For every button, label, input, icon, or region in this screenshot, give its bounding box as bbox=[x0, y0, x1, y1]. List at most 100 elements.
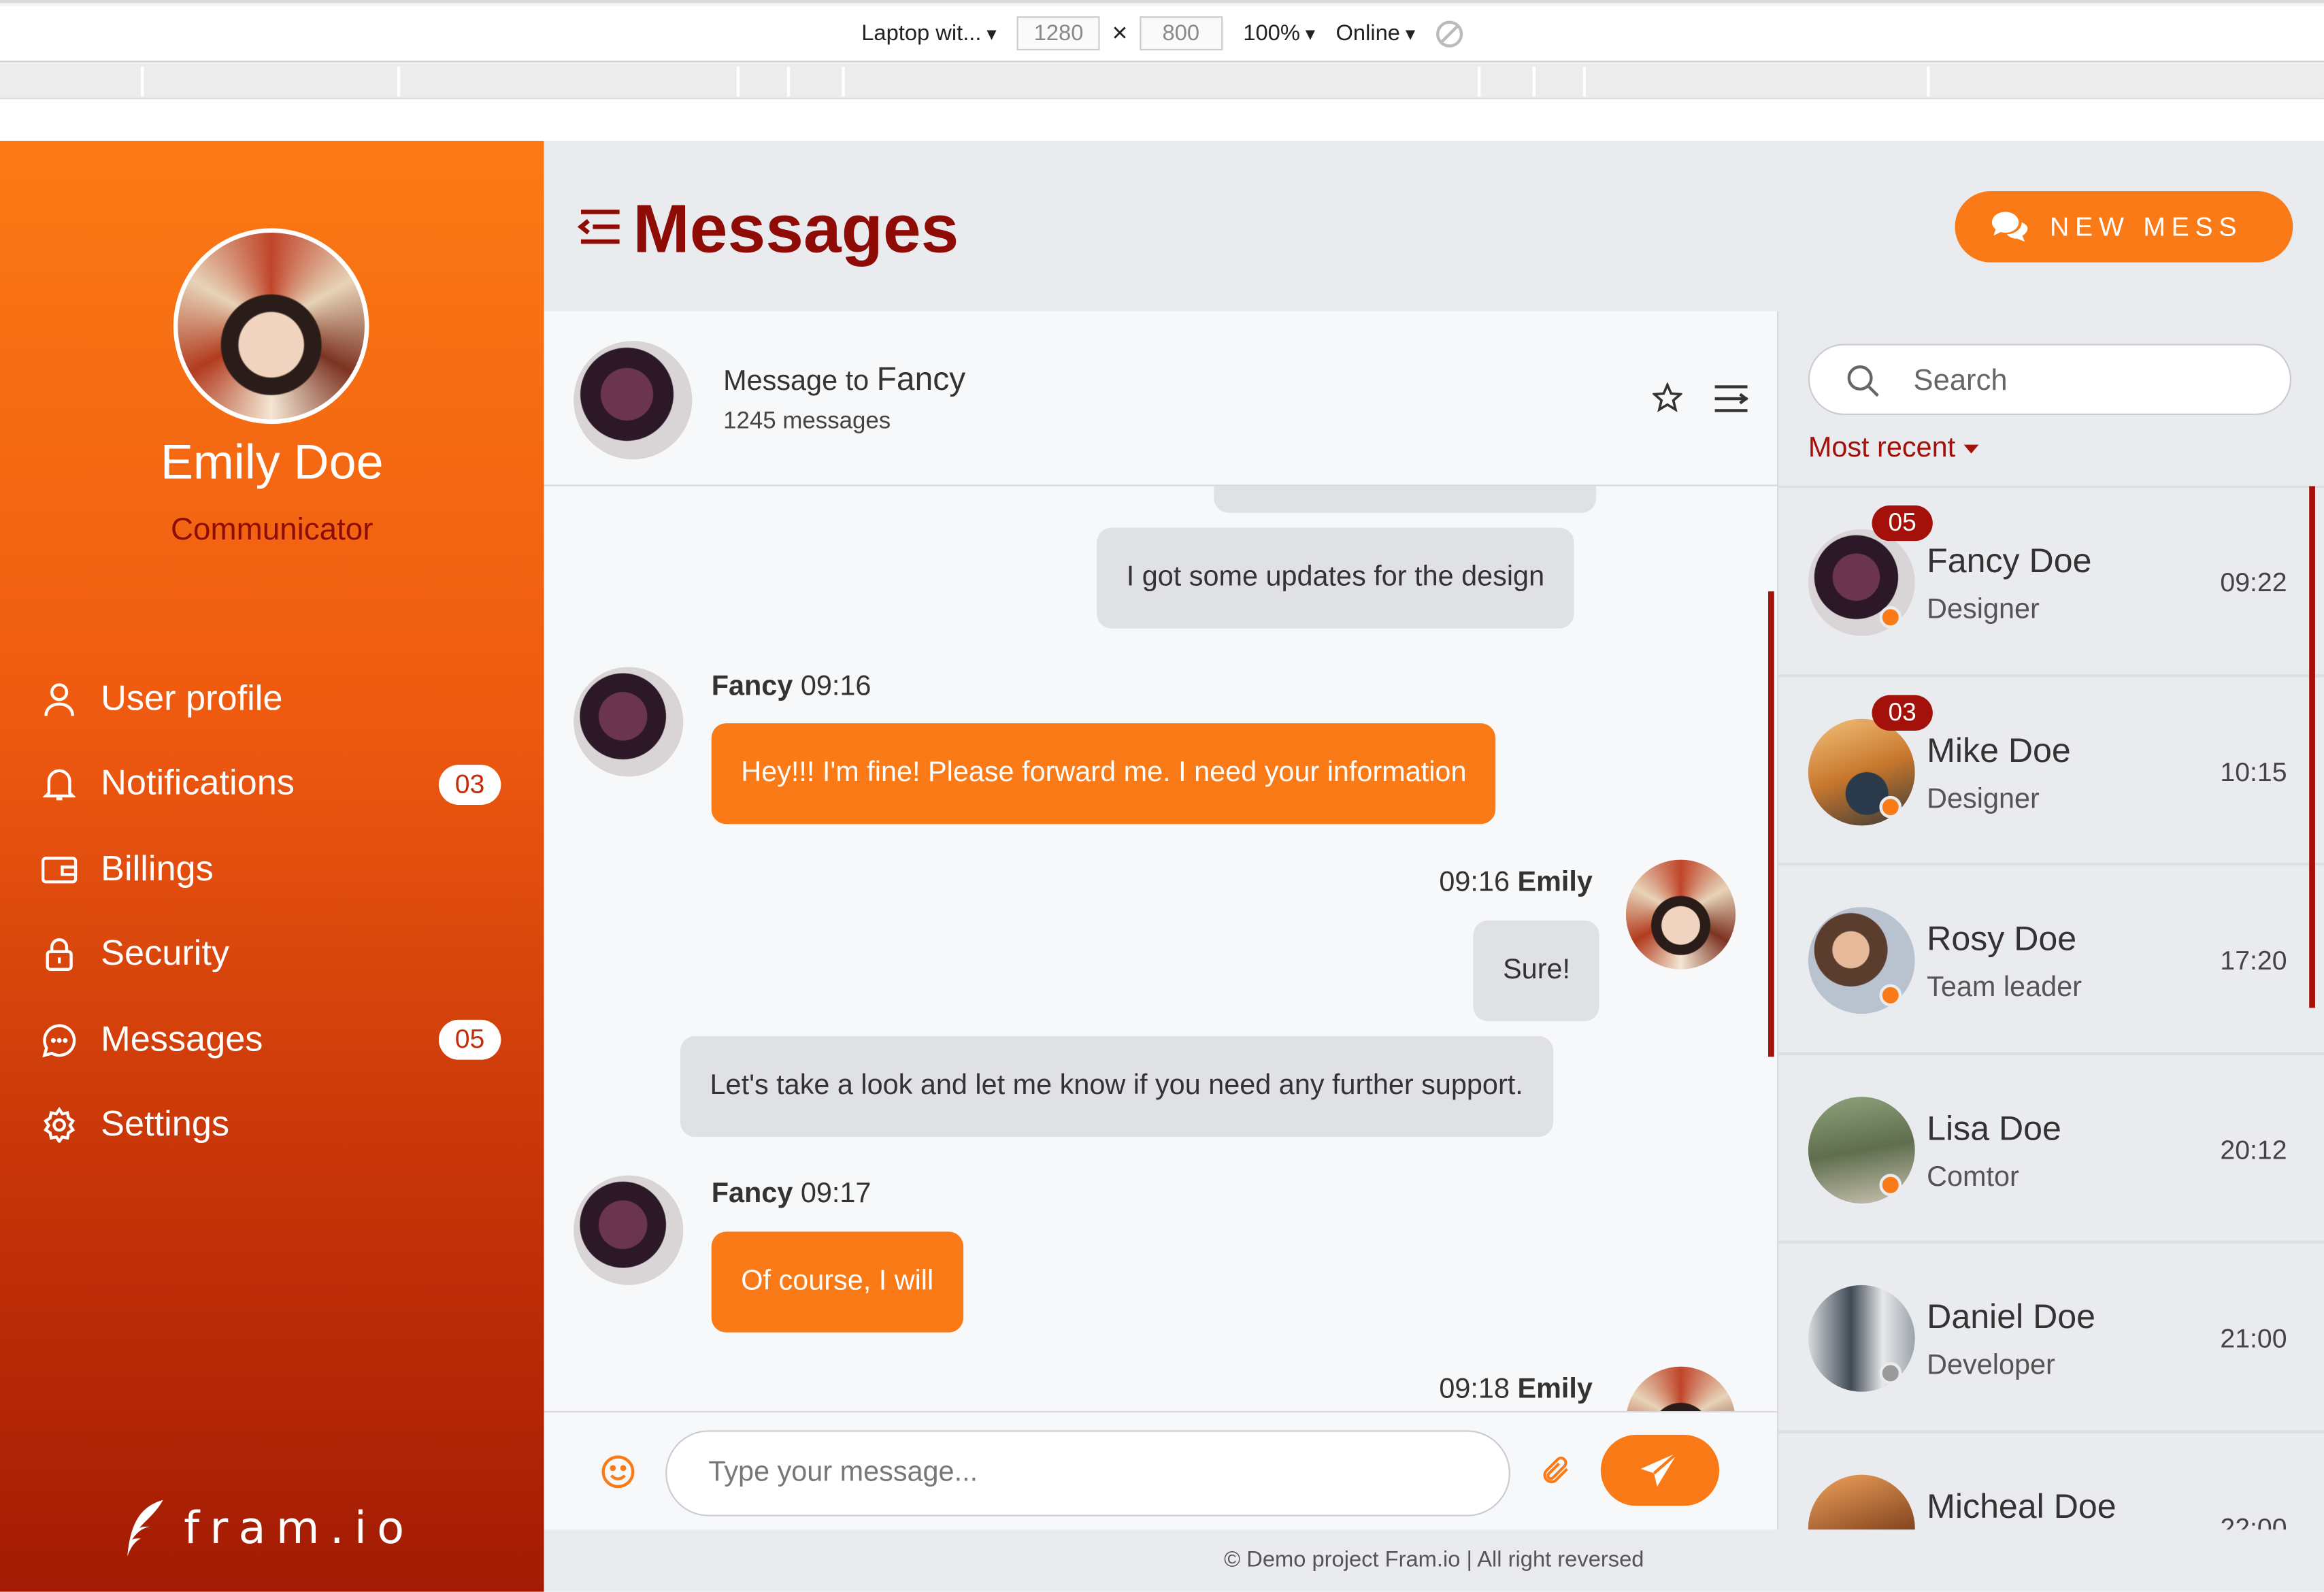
search-box[interactable] bbox=[1808, 344, 2292, 415]
user-name: Emily Doe bbox=[160, 434, 384, 489]
devtools-row: Laptop wit... 1280 × 800 100% Online bbox=[0, 5, 2324, 63]
message-meta: Fancy 09:17 bbox=[712, 1178, 872, 1211]
sidebar-item-user-profile[interactable]: User profile bbox=[42, 657, 501, 742]
bell-icon bbox=[42, 767, 77, 802]
sort-dropdown[interactable]: Most recent bbox=[1808, 433, 1979, 465]
contact-time: 09:22 bbox=[2220, 567, 2287, 597]
user-role: Communicator bbox=[171, 512, 374, 547]
search-icon bbox=[1845, 363, 1880, 406]
lock-icon bbox=[42, 937, 77, 972]
contact-item[interactable]: Rosy Doe Team leader 17:20 bbox=[1778, 865, 2324, 1055]
contact-time: 10:15 bbox=[2220, 757, 2287, 786]
recipient-name: Fancy bbox=[876, 360, 966, 397]
contact-role: Designer bbox=[1927, 783, 2040, 815]
sidebar-item-billings[interactable]: Billings bbox=[41, 827, 501, 912]
recipient-avatar[interactable] bbox=[574, 341, 693, 460]
message-composer bbox=[544, 1410, 1778, 1530]
online-status-dot bbox=[1879, 1173, 1902, 1196]
contact-name: Daniel Doe bbox=[1927, 1297, 2096, 1336]
chat-icon bbox=[1991, 212, 2028, 242]
sidebar-item-label: Security bbox=[101, 934, 230, 974]
menu-toggle-icon[interactable] bbox=[575, 206, 622, 255]
contact-role: Team leader bbox=[1927, 972, 2082, 1004]
contact-item[interactable]: Lisa Doe Comtor 20:12 bbox=[1778, 1055, 2324, 1244]
contact-item[interactable]: 03 Mike Doe Designer 10:15 bbox=[1778, 677, 2324, 866]
attachment-icon[interactable] bbox=[1540, 1454, 1573, 1494]
rotate-disabled-icon[interactable] bbox=[1435, 20, 1463, 47]
brand-logo[interactable]: fram.io bbox=[122, 1497, 415, 1559]
contact-name: Micheal Doe bbox=[1927, 1486, 2116, 1525]
contact-role: Comtor bbox=[1927, 1161, 2019, 1193]
devtools-toolbar: Laptop wit... 1280 × 800 100% Online bbox=[0, 0, 2324, 99]
contact-item[interactable]: Daniel Doe Developer 21:00 bbox=[1778, 1244, 2324, 1433]
message-count: 1245 messages bbox=[723, 409, 891, 435]
media-query-ruler[interactable] bbox=[0, 63, 2324, 99]
unread-badge: 05 bbox=[1872, 505, 1933, 542]
online-status-dot bbox=[1879, 606, 1902, 629]
message-bubble: Sure! bbox=[1473, 920, 1600, 1022]
new-message-label: NEW MESS bbox=[2049, 211, 2243, 242]
sidebar-item-label: Billings bbox=[101, 848, 214, 889]
sidebar-item-label: Settings bbox=[101, 1104, 230, 1145]
message-bubble: I got some updates for the design bbox=[1097, 527, 1574, 629]
chat-scrollbar[interactable] bbox=[1768, 591, 1774, 1057]
sidebar-item-label: Messages bbox=[101, 1019, 263, 1060]
message-meta: 09:16 Emily bbox=[1439, 867, 1593, 899]
message-list: I got some updates for the design Fancy … bbox=[544, 486, 1778, 1411]
network-select[interactable]: Online bbox=[1336, 20, 1416, 46]
message-time: 09:18 bbox=[1439, 1374, 1510, 1406]
message-bubble: Of course, I will bbox=[711, 1231, 963, 1333]
contact-item[interactable]: 05 Fancy Doe Designer 09:22 bbox=[1778, 488, 2324, 677]
message-bubble: Hey!!! I'm fine! Please forward me. I ne… bbox=[711, 723, 1497, 825]
unread-badge: 03 bbox=[1872, 694, 1933, 730]
sidebar: Emily Doe Communicator User profile Noti… bbox=[0, 140, 544, 1592]
dimension-separator: × bbox=[1112, 18, 1128, 48]
user-avatar[interactable] bbox=[173, 228, 369, 425]
message-sender: Fancy bbox=[711, 1178, 793, 1210]
chat-panel: Message to Fancy 1245 messages I got som… bbox=[544, 311, 1778, 1530]
star-icon[interactable] bbox=[1651, 382, 1684, 421]
logo-text: fram.io bbox=[184, 1502, 415, 1555]
app-root: Laptop wit... 1280 × 800 100% Online Emi… bbox=[0, 0, 2324, 1592]
contact-list-scrollbar[interactable] bbox=[2309, 486, 2315, 1008]
new-message-button[interactable]: NEW MESS bbox=[1955, 191, 2293, 263]
emoji-icon[interactable] bbox=[600, 1454, 635, 1497]
device-select[interactable]: Laptop wit... bbox=[861, 20, 996, 46]
wallet-icon bbox=[41, 852, 78, 887]
sidebar-item-security[interactable]: Security bbox=[42, 912, 501, 997]
sidebar-nav: User profile Notifications 03 Billings S… bbox=[41, 657, 501, 1168]
chat-options-icon[interactable] bbox=[1713, 382, 1748, 422]
main-area: Messages NEW MESS Message to Fancy 1245 … bbox=[544, 140, 2324, 1592]
contact-name: Rosy Doe bbox=[1927, 918, 2077, 958]
contact-time: 22:00 bbox=[2220, 1512, 2287, 1530]
message-input[interactable] bbox=[665, 1430, 1510, 1516]
online-status-dot bbox=[1879, 984, 1902, 1007]
gear-icon bbox=[42, 1107, 77, 1144]
contact-time: 20:12 bbox=[2220, 1134, 2287, 1165]
send-button[interactable] bbox=[1600, 1434, 1720, 1506]
message-time: 09:16 bbox=[800, 671, 872, 703]
sidebar-item-messages[interactable]: Messages 05 bbox=[42, 997, 501, 1082]
sender-avatar[interactable] bbox=[1625, 859, 1736, 969]
sidebar-item-notifications[interactable]: Notifications 03 bbox=[42, 742, 501, 827]
zoom-select[interactable]: 100% bbox=[1243, 20, 1315, 46]
page-title: Messages bbox=[633, 189, 959, 267]
sender-avatar[interactable] bbox=[574, 1175, 684, 1285]
contacts-panel: Most recent 05 Fancy Doe Designer 09:22 … bbox=[1777, 311, 2324, 1530]
width-input[interactable]: 1280 bbox=[1017, 16, 1101, 51]
contact-time: 17:20 bbox=[2220, 945, 2287, 976]
sender-avatar[interactable] bbox=[1625, 1366, 1736, 1411]
sidebar-item-settings[interactable]: Settings bbox=[42, 1082, 501, 1167]
height-input[interactable]: 800 bbox=[1139, 16, 1223, 51]
message-time: 09:17 bbox=[800, 1178, 872, 1210]
contact-avatar bbox=[1808, 1474, 1915, 1530]
sender-avatar[interactable] bbox=[574, 667, 684, 777]
contact-name: Fancy Doe bbox=[1927, 541, 2092, 580]
search-input[interactable] bbox=[1913, 357, 2270, 405]
message-meta: 09:18 Emily bbox=[1439, 1374, 1593, 1407]
contact-time: 21:00 bbox=[2220, 1323, 2287, 1354]
online-status-dot bbox=[1879, 795, 1902, 818]
sidebar-item-label: User profile bbox=[101, 678, 283, 719]
feather-icon bbox=[127, 1499, 163, 1557]
contact-item[interactable]: Micheal Doe 22:00 bbox=[1778, 1433, 2324, 1530]
